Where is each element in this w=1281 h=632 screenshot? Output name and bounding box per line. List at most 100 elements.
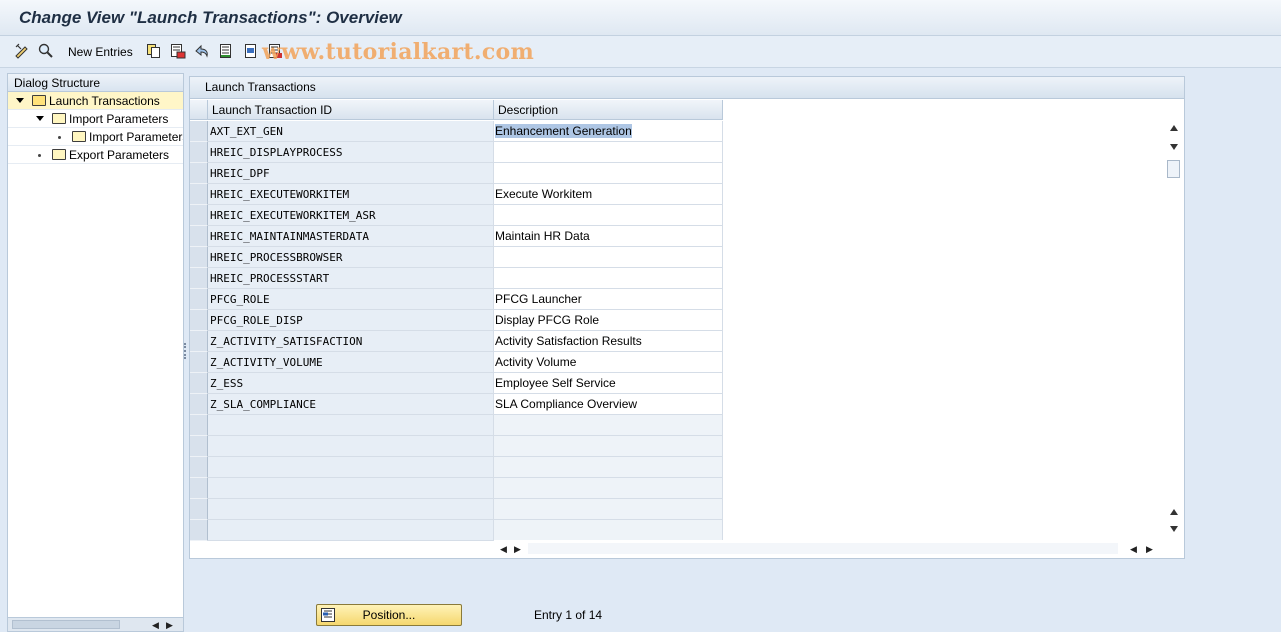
row-selector[interactable] — [190, 457, 208, 478]
cell-launch-transaction-id[interactable] — [208, 415, 494, 436]
cell-launch-transaction-id[interactable]: Z_ESS — [208, 373, 494, 394]
entry-counter: Entry 1 of 14 — [534, 608, 603, 622]
cell-description[interactable]: SLA Compliance Overview — [494, 394, 723, 415]
row-selector[interactable] — [190, 226, 208, 247]
cell-description[interactable] — [494, 163, 723, 184]
cell-description[interactable] — [494, 436, 723, 457]
cell-launch-transaction-id[interactable]: HREIC_EXECUTEWORKITEM — [208, 184, 494, 205]
row-selector[interactable] — [190, 394, 208, 415]
cell-launch-transaction-id[interactable]: Z_SLA_COMPLIANCE — [208, 394, 494, 415]
arrow-left-icon[interactable]: ◀ — [1130, 544, 1137, 555]
cell-launch-transaction-id[interactable] — [208, 436, 494, 457]
cell-launch-transaction-id[interactable]: HREIC_PROCESSSTART — [208, 268, 494, 289]
row-selector[interactable] — [190, 247, 208, 268]
cell-launch-transaction-id[interactable]: HREIC_MAINTAINMASTERDATA — [208, 226, 494, 247]
cell-description[interactable] — [494, 499, 723, 520]
select-all-cell[interactable] — [190, 100, 208, 120]
cell-description[interactable] — [494, 478, 723, 499]
scroll-thumb[interactable] — [12, 620, 120, 629]
arrow-right-icon[interactable]: ▶ — [514, 544, 521, 555]
cell-launch-transaction-id[interactable]: PFCG_ROLE — [208, 289, 494, 310]
row-selector[interactable] — [190, 373, 208, 394]
column-header-description[interactable]: Description — [494, 100, 723, 120]
cell-launch-transaction-id[interactable] — [208, 457, 494, 478]
arrow-left-icon[interactable]: ◀ — [500, 544, 507, 555]
row-selector[interactable] — [190, 184, 208, 205]
tree-item-export-parameters[interactable]: Export Parameters — [8, 146, 183, 164]
tree-item-import-parameters-child[interactable]: Import Parameters — [8, 128, 183, 146]
row-selector[interactable] — [190, 520, 208, 541]
row-selector[interactable] — [190, 205, 208, 226]
cell-description[interactable]: Activity Volume — [494, 352, 723, 373]
cell-launch-transaction-id[interactable] — [208, 478, 494, 499]
splitter-grip[interactable] — [184, 343, 187, 359]
cell-description[interactable]: Execute Workitem — [494, 184, 723, 205]
cell-launch-transaction-id[interactable]: HREIC_DISPLAYPROCESS — [208, 142, 494, 163]
cell-description[interactable]: Activity Satisfaction Results — [494, 331, 723, 352]
row-selector[interactable] — [190, 289, 208, 310]
cell-launch-transaction-id[interactable] — [208, 520, 494, 541]
chevron-down-icon[interactable] — [36, 116, 44, 121]
cell-description[interactable] — [494, 457, 723, 478]
scroll-up-icon[interactable] — [1170, 125, 1178, 131]
delete-icon[interactable] — [170, 43, 186, 59]
vertical-scrollbar[interactable] — [1165, 100, 1183, 540]
cell-description[interactable] — [494, 520, 723, 541]
tree-item-import-parameters[interactable]: Import Parameters — [8, 110, 183, 128]
cell-description[interactable]: Enhancement Generation — [494, 121, 723, 142]
cell-description[interactable] — [494, 247, 723, 268]
scroll-track[interactable] — [528, 543, 1118, 554]
tree-item-launch-transactions[interactable]: Launch Transactions — [8, 92, 183, 110]
horizontal-scrollbar[interactable]: ◀ ▶ ◀ ▶ — [494, 540, 1184, 558]
find-icon[interactable] — [38, 43, 54, 59]
column-header-id[interactable]: Launch Transaction ID — [208, 100, 494, 120]
new-entries-button[interactable]: New Entries — [68, 45, 133, 59]
cell-launch-transaction-id[interactable]: PFCG_ROLE_DISP — [208, 310, 494, 331]
select-all-icon[interactable] — [218, 43, 234, 59]
cell-launch-transaction-id[interactable]: HREIC_DPF — [208, 163, 494, 184]
cell-description[interactable]: Maintain HR Data — [494, 226, 723, 247]
row-selector[interactable] — [190, 142, 208, 163]
scroll-down-icon[interactable] — [1170, 144, 1178, 150]
row-selector[interactable] — [190, 478, 208, 499]
cell-description[interactable] — [494, 142, 723, 163]
cell-launch-transaction-id[interactable]: Z_ACTIVITY_VOLUME — [208, 352, 494, 373]
panel-splitter[interactable] — [184, 73, 188, 632]
undo-icon[interactable] — [194, 43, 210, 59]
arrow-left-icon[interactable]: ◀ — [152, 620, 159, 631]
row-selector[interactable] — [190, 499, 208, 520]
row-selector[interactable] — [190, 415, 208, 436]
horizontal-scrollbar[interactable]: ◀ ▶ — [8, 617, 183, 631]
arrow-right-icon[interactable]: ▶ — [1146, 544, 1153, 555]
cell-description[interactable] — [494, 268, 723, 289]
cell-launch-transaction-id[interactable]: HREIC_EXECUTEWORKITEM_ASR — [208, 205, 494, 226]
cell-launch-transaction-id[interactable]: Z_ACTIVITY_SATISFACTION — [208, 331, 494, 352]
row-selector[interactable] — [190, 436, 208, 457]
tree-item-label: Launch Transactions — [49, 94, 160, 108]
cell-description[interactable] — [494, 415, 723, 436]
chevron-down-icon[interactable] — [16, 98, 24, 103]
select-block-icon[interactable] — [243, 43, 259, 59]
cell-description-text: Activity Volume — [495, 355, 577, 369]
cell-launch-transaction-id[interactable]: HREIC_PROCESSBROWSER — [208, 247, 494, 268]
copy-icon[interactable] — [146, 43, 162, 59]
cell-description[interactable]: Employee Self Service — [494, 373, 723, 394]
scroll-up-icon[interactable] — [1170, 509, 1178, 515]
cell-description[interactable]: PFCG Launcher — [494, 289, 723, 310]
scroll-down-icon[interactable] — [1170, 526, 1178, 532]
scroll-thumb[interactable] — [1167, 160, 1180, 178]
row-selector[interactable] — [190, 310, 208, 331]
cell-description[interactable] — [494, 205, 723, 226]
arrow-right-icon[interactable]: ▶ — [166, 620, 173, 631]
edit-icon[interactable] — [14, 43, 30, 59]
row-selector[interactable] — [190, 121, 208, 142]
cell-launch-transaction-id[interactable] — [208, 499, 494, 520]
cell-description-text: Activity Satisfaction Results — [495, 334, 642, 348]
cell-description[interactable]: Display PFCG Role — [494, 310, 723, 331]
position-button[interactable]: Position... — [316, 604, 462, 626]
row-selector[interactable] — [190, 163, 208, 184]
row-selector[interactable] — [190, 268, 208, 289]
row-selector[interactable] — [190, 352, 208, 373]
cell-launch-transaction-id[interactable]: AXT_EXT_GEN — [208, 121, 494, 142]
row-selector[interactable] — [190, 331, 208, 352]
